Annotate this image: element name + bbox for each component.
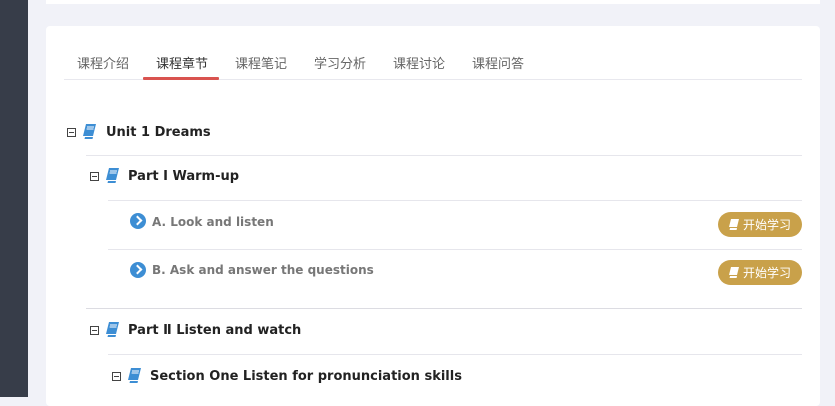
start-learning-button[interactable]: 开始学习 <box>718 260 802 285</box>
tab-course-chapters[interactable]: 课程章节 <box>156 53 208 72</box>
book-icon <box>728 267 739 278</box>
divider <box>108 354 802 355</box>
divider <box>86 308 802 309</box>
section-title: Section One Listen for pronunciation ski… <box>150 369 462 384</box>
book-icon <box>83 124 96 139</box>
top-card-edge <box>46 0 820 4</box>
collapse-toggle-icon[interactable] <box>112 372 121 381</box>
book-icon <box>106 168 119 183</box>
start-learning-label: 开始学习 <box>742 218 791 232</box>
collapse-toggle-icon[interactable] <box>67 128 76 137</box>
tab-course-qa[interactable]: 课程问答 <box>472 53 524 72</box>
lesson-item-label[interactable]: B. Ask and answer the questions <box>152 263 374 277</box>
course-tabs: 课程介绍 课程章节 课程笔记 学习分析 课程讨论 课程问答 <box>64 46 802 80</box>
tab-course-intro[interactable]: 课程介绍 <box>77 53 129 72</box>
start-learning-label: 开始学习 <box>742 266 791 280</box>
tab-course-notes[interactable]: 课程笔记 <box>235 53 287 72</box>
lesson-item-label[interactable]: A. Look and listen <box>152 215 274 229</box>
chevron-right-circle-icon <box>130 213 146 229</box>
book-icon <box>106 322 119 337</box>
divider <box>108 249 802 250</box>
tab-learning-analysis[interactable]: 学习分析 <box>314 53 366 72</box>
course-content-card: 课程介绍 课程章节 课程笔记 学习分析 课程讨论 课程问答 Unit 1 Dre… <box>46 26 820 406</box>
collapse-toggle-icon[interactable] <box>90 172 99 181</box>
chevron-right-circle-icon <box>130 262 146 278</box>
part-title: Part Ⅱ Listen and watch <box>128 323 302 338</box>
book-icon <box>128 368 141 383</box>
part-title: Part Ⅰ Warm-up <box>128 169 240 184</box>
collapse-toggle-icon[interactable] <box>90 326 99 335</box>
start-learning-button[interactable]: 开始学习 <box>718 212 802 237</box>
left-sidebar <box>0 0 28 397</box>
tab-course-discussion[interactable]: 课程讨论 <box>393 53 445 72</box>
divider <box>86 155 802 156</box>
unit-title: Unit 1 Dreams <box>106 125 211 140</box>
active-tab-underline <box>143 77 219 80</box>
book-icon <box>728 219 739 230</box>
divider <box>108 200 802 201</box>
